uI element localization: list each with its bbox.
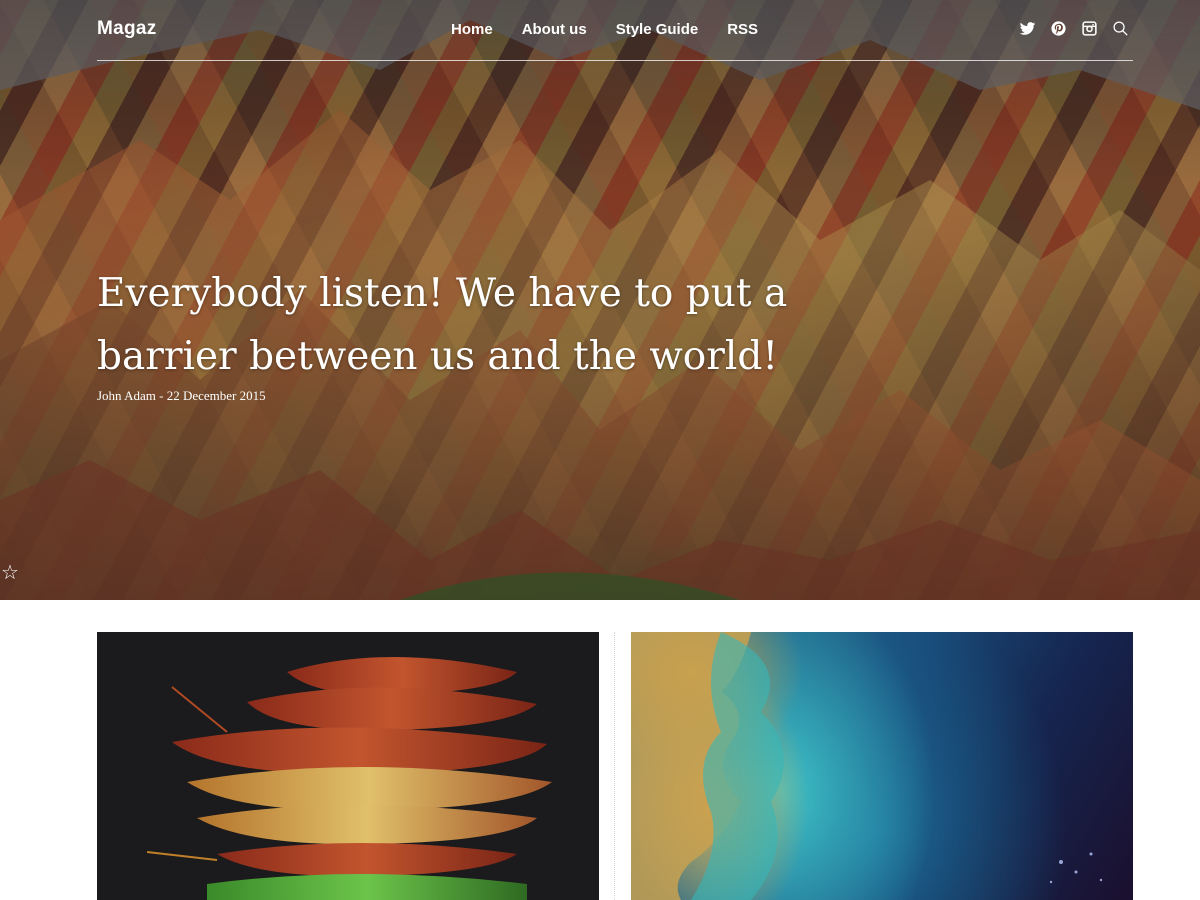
twitter-icon[interactable] (1019, 20, 1036, 37)
nav-item-about-us[interactable]: About us (522, 21, 587, 38)
post-meta: John Adam - 22 December 2015 (97, 388, 266, 403)
post-card-image-leaves[interactable] (97, 632, 599, 900)
search-icon[interactable] (1112, 20, 1129, 37)
ocean-aerial-image (631, 632, 1103, 900)
hero-title[interactable]: Everybody listen! We have to put a barri… (97, 262, 797, 388)
card-divider (614, 632, 615, 900)
pinterest-icon[interactable] (1050, 20, 1067, 37)
instagram-icon[interactable] (1081, 20, 1098, 37)
hero-title-line-1: Everybody listen! We have to put a (97, 271, 788, 316)
leaves-image (146, 657, 552, 900)
post-card-image-ocean[interactable] (631, 632, 1133, 900)
social-links (1019, 20, 1129, 37)
hero-banner: Magaz Home About us Style Guide RSS Ever… (0, 0, 1200, 600)
nav-item-home[interactable]: Home (451, 21, 493, 38)
site-logo[interactable]: Magaz (97, 18, 157, 40)
hero-title-line-2: barrier between us and the world! (97, 334, 779, 379)
site-header: Magaz Home About us Style Guide RSS (97, 0, 1133, 61)
main-nav: Home About us Style Guide RSS (451, 21, 787, 38)
nav-item-rss[interactable]: RSS (727, 21, 758, 38)
nav-item-style-guide[interactable]: Style Guide (616, 21, 699, 38)
star-icon[interactable]: ☆ (1, 560, 19, 585)
